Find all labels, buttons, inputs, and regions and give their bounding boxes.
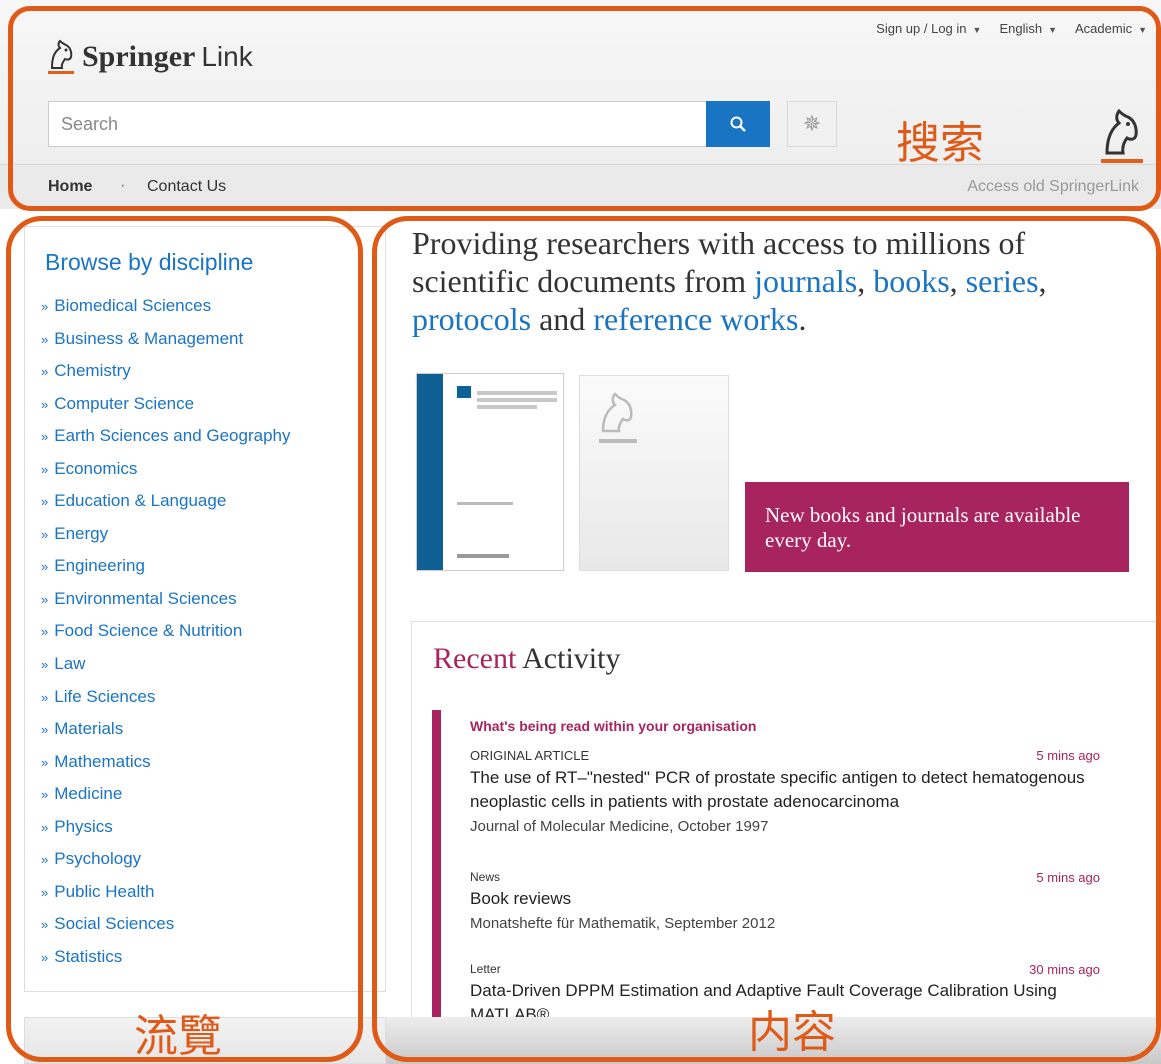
search-annotation-label: 搜索 <box>896 118 984 169</box>
browse-region-highlight <box>6 216 363 1062</box>
content-region-highlight <box>372 216 1161 1062</box>
content-annotation-label: 内容 <box>748 1007 836 1058</box>
search-region-highlight <box>8 6 1161 211</box>
browse-annotation-label: 流覽 <box>134 1011 222 1062</box>
